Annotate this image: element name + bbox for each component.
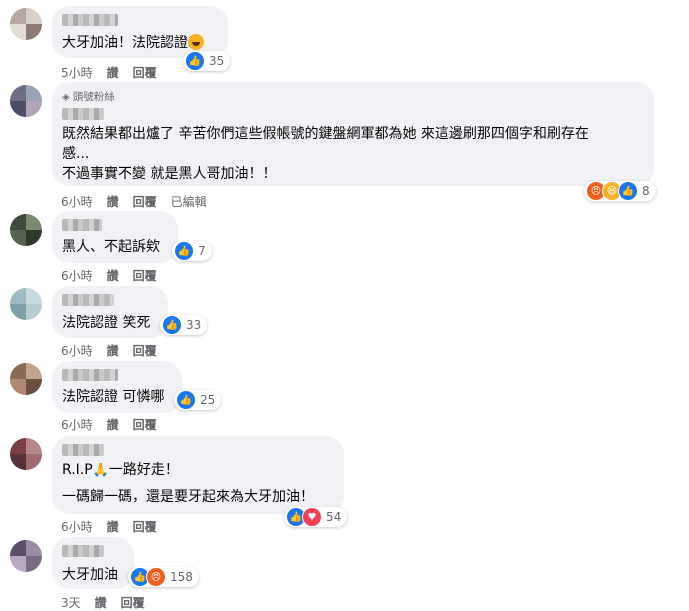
reaction-count: 33 bbox=[186, 318, 202, 332]
reaction-summary[interactable]: 👍 7 bbox=[172, 241, 212, 261]
comment-meta: 6小時讚回覆 bbox=[61, 267, 171, 284]
timestamp[interactable]: 6小時 bbox=[61, 418, 93, 432]
like-reaction-icon: 👍 bbox=[162, 315, 182, 335]
reaction-summary[interactable]: 👍 33 bbox=[160, 315, 208, 335]
reaction-summary[interactable]: 👍 25 bbox=[174, 390, 222, 410]
comment-text: R.I.P🙏一路好走！ 一碼歸一碼，還是要牙起來為大牙加油！ bbox=[62, 462, 314, 505]
reply-button[interactable]: 回覆 bbox=[133, 418, 157, 432]
avatar[interactable] bbox=[10, 288, 42, 320]
reaction-count: 158 bbox=[170, 570, 193, 584]
avatar[interactable] bbox=[10, 540, 42, 572]
comment-bubble: 大牙加油 bbox=[52, 537, 134, 589]
like-button[interactable]: 讚 bbox=[107, 344, 119, 358]
like-button[interactable]: 讚 bbox=[107, 195, 119, 209]
like-reaction-icon: 👍 bbox=[185, 51, 205, 71]
reply-button[interactable]: 回覆 bbox=[133, 66, 157, 80]
comment-bubble: R.I.P🙏一路好走！ 一碼歸一碼，還是要牙起來為大牙加油！ bbox=[52, 436, 344, 514]
author-name[interactable] bbox=[62, 108, 104, 120]
comment-meta: 6小時讚回覆 bbox=[61, 518, 171, 535]
avatar[interactable] bbox=[10, 85, 42, 117]
timestamp[interactable]: 3天 bbox=[61, 596, 81, 610]
timestamp[interactable]: 6小時 bbox=[61, 344, 93, 358]
avatar[interactable] bbox=[10, 214, 42, 246]
avatar[interactable] bbox=[10, 363, 42, 395]
love-reaction-icon: ♥ bbox=[302, 507, 322, 527]
timestamp[interactable]: 6小時 bbox=[61, 520, 93, 534]
comment-text: 大牙加油！法院認證 bbox=[62, 33, 204, 53]
reaction-count: 7 bbox=[198, 244, 206, 258]
edited-label[interactable]: 已編輯 bbox=[171, 195, 207, 209]
like-button[interactable]: 讚 bbox=[107, 66, 119, 80]
reply-button[interactable]: 回覆 bbox=[133, 520, 157, 534]
reaction-summary[interactable]: 👍 35 bbox=[183, 51, 231, 71]
comment-text: 法院認證 笑死 bbox=[62, 315, 151, 331]
like-reaction-icon: 👍 bbox=[176, 390, 196, 410]
reaction-count: 54 bbox=[326, 510, 342, 524]
angry-reaction-icon: 😠 bbox=[146, 567, 166, 587]
reply-button[interactable]: 回覆 bbox=[133, 269, 157, 283]
comment-text: 既然結果都出爐了 辛苦你們這些假帳號的鍵盤網軍都為她 來這邊刷那四個字和刷存在 … bbox=[62, 126, 589, 182]
comment-text: 黑人、不起訴欸 bbox=[62, 239, 160, 255]
reaction-summary[interactable]: 👍 😠 158 bbox=[128, 567, 199, 587]
diamond-icon: ◈ bbox=[62, 92, 70, 103]
author-name[interactable] bbox=[62, 294, 114, 306]
author-name[interactable] bbox=[62, 444, 104, 456]
top-fan-badge: ◈ 頭號粉絲 bbox=[62, 91, 115, 103]
timestamp[interactable]: 5小時 bbox=[61, 66, 93, 80]
reaction-summary[interactable]: 👍 ♥ 54 bbox=[284, 507, 348, 527]
comment-meta: 6小時讚回覆 已編輯 bbox=[61, 193, 221, 210]
like-reaction-icon: 👍 bbox=[618, 181, 638, 201]
author-name[interactable] bbox=[62, 369, 118, 381]
like-button[interactable]: 讚 bbox=[107, 418, 119, 432]
comment-bubble: ◈ 頭號粉絲 既然結果都出爐了 辛苦你們這些假帳號的鍵盤網軍都為她 來這邊刷那四個… bbox=[52, 82, 654, 186]
comment-meta: 6小時讚回覆 bbox=[61, 416, 171, 433]
comment-bubble: 法院認證 可憐哪 bbox=[52, 361, 182, 413]
reaction-count: 35 bbox=[209, 54, 225, 68]
avatar[interactable] bbox=[10, 8, 42, 40]
avatar[interactable] bbox=[10, 438, 42, 470]
reaction-count: 25 bbox=[200, 393, 216, 407]
comment-meta: 3天讚回覆 bbox=[61, 594, 159, 611]
like-button[interactable]: 讚 bbox=[107, 520, 119, 534]
comment-bubble: 黑人、不起訴欸 bbox=[52, 211, 178, 263]
reaction-summary[interactable]: 😠 😆 👍 8 bbox=[584, 181, 656, 201]
like-reaction-icon: 👍 bbox=[174, 241, 194, 261]
timestamp[interactable]: 6小時 bbox=[61, 195, 93, 209]
like-button[interactable]: 讚 bbox=[95, 596, 107, 610]
author-name[interactable] bbox=[62, 545, 104, 557]
reply-button[interactable]: 回覆 bbox=[133, 195, 157, 209]
reply-button[interactable]: 回覆 bbox=[133, 344, 157, 358]
timestamp[interactable]: 6小時 bbox=[61, 269, 93, 283]
comment-text: 法院認證 可憐哪 bbox=[62, 389, 165, 405]
comment-text: 大牙加油 bbox=[62, 567, 118, 583]
laughing-emoji-icon bbox=[188, 34, 204, 50]
author-name[interactable] bbox=[62, 219, 102, 231]
author-name[interactable] bbox=[62, 14, 118, 26]
like-button[interactable]: 讚 bbox=[107, 269, 119, 283]
reply-button[interactable]: 回覆 bbox=[121, 596, 145, 610]
comment-meta: 6小時讚回覆 bbox=[61, 342, 171, 359]
pray-emoji-icon: 🙏 bbox=[92, 463, 109, 478]
reaction-count: 8 bbox=[642, 184, 650, 198]
comment-meta: 5小時讚回覆 bbox=[61, 64, 171, 81]
comment-bubble: 法院認證 笑死 bbox=[52, 286, 168, 338]
